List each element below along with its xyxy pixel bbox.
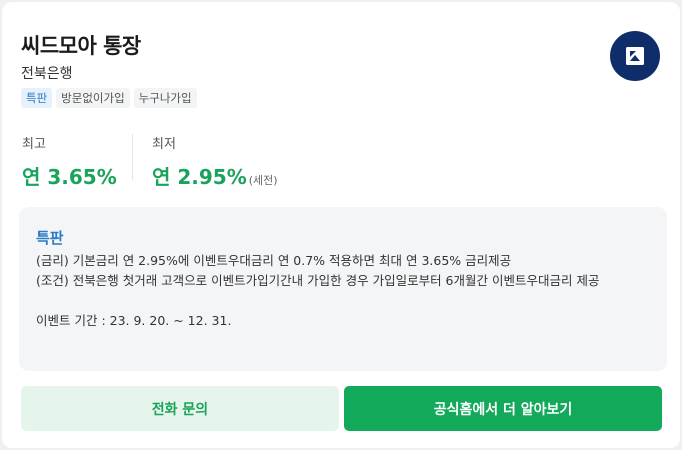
promo-period-line: 이벤트 기간 : 23. 9. 20. ~ 12. 31. [36,313,232,328]
min-rate: 최저 연 2.95% (세전) [152,133,278,190]
tag-no-visit: 방문없이가입 [56,88,130,108]
promo-spacer [36,291,656,311]
promo-info-box: 특판 (금리) 기본금리 연 2.95%에 이벤트우대금리 연 0.7% 적용하… [19,207,667,371]
promo-condition-line: (조건) 전북은행 첫거래 고객으로 이벤트가입기간내 가입한 경우 가입일로부… [36,273,600,288]
tag-anyone: 누구나가입 [133,88,197,108]
tag-special: 특판 [21,88,53,108]
promo-body: (금리) 기본금리 연 2.95%에 이벤트우대금리 연 0.7% 적용하면 최… [36,251,656,331]
bank-logo-icon [610,31,660,81]
min-rate-label: 최저 [152,137,176,152]
bank-name: 전북은행 [21,66,73,82]
official-site-button[interactable]: 공식홈에서 더 알아보기 [344,386,662,431]
max-rate-label: 최고 [22,137,46,152]
rate-divider [132,134,133,180]
max-rate: 최고 연 3.65% [22,133,117,190]
promo-title: 특판 [36,229,64,247]
phone-inquiry-button[interactable]: 전화 문의 [21,386,339,431]
promo-rate-line: (금리) 기본금리 연 2.95%에 이벤트우대금리 연 0.7% 적용하면 최… [36,253,512,268]
max-rate-value: 연 3.65% [22,165,117,189]
min-rate-row: 연 2.95% (세전) [152,161,278,190]
pre-tax-note: (세전) [248,174,278,187]
product-card: 씨드모아 통장 전북은행 특판 방문없이가입 누구나가입 최고 연 3.65% … [2,2,680,448]
tag-list: 특판 방문없이가입 누구나가입 [21,88,197,108]
min-rate-value: 연 2.95% [152,165,247,189]
product-title: 씨드모아 통장 [21,34,141,58]
